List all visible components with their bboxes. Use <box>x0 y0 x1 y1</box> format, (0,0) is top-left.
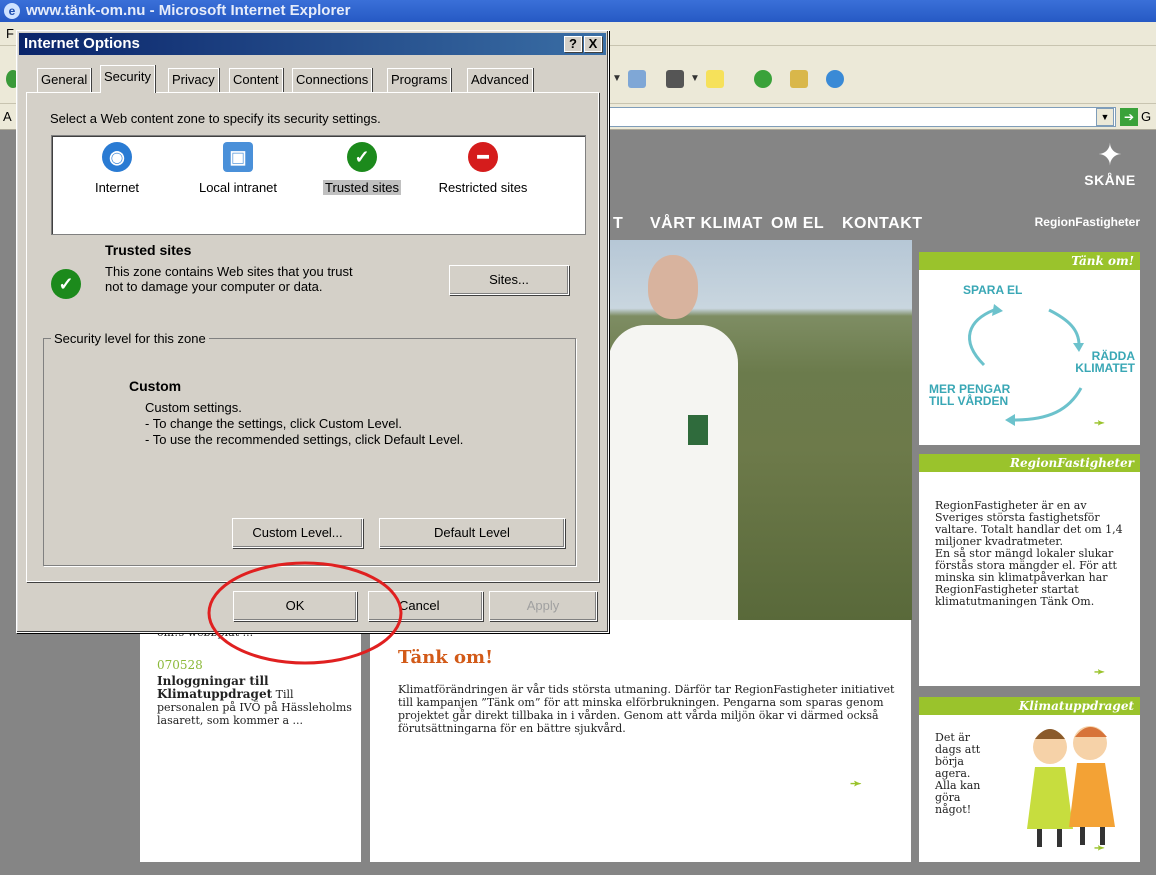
person-illustration <box>608 255 738 620</box>
main-title: Tänk om! <box>398 647 493 668</box>
zone-internet[interactable]: ◉ Internet <box>82 142 152 195</box>
apply-button[interactable]: Apply <box>489 591 597 621</box>
tab-programs[interactable]: Programs <box>387 68 452 92</box>
nav-item-vart-klimat[interactable]: VÅRT KLIMAT <box>650 215 763 233</box>
zone-label: Internet <box>94 180 140 195</box>
hero-image <box>578 240 912 620</box>
users-icon[interactable] <box>826 70 844 88</box>
cycle-label-radda-klimatet: RÄDDA KLIMATET <box>1075 349 1135 375</box>
menu-fragment[interactable]: F <box>6 26 14 41</box>
read-more-arrow-icon[interactable]: ➛ <box>1094 415 1105 431</box>
read-more-arrow-icon[interactable]: ➛ <box>1094 664 1105 680</box>
address-input[interactable] <box>596 107 1116 127</box>
checkmark-icon: ✓ <box>51 269 81 299</box>
dropdown-arrow-icon[interactable]: ▼ <box>690 70 700 88</box>
side-card-text: RegionFastigheter är en av Sveriges stör… <box>935 499 1123 608</box>
side-card-heading: RegionFastigheter <box>919 454 1140 472</box>
security-level-description: Custom settings. - To change the setting… <box>145 400 463 448</box>
site-brand[interactable]: RegionFastigheter <box>1000 215 1140 229</box>
close-button[interactable]: X <box>584 36 602 52</box>
side-card-heading: Klimatuppdraget <box>919 697 1140 715</box>
level-desc-line: - To use the recommended settings, click… <box>145 432 464 447</box>
no-entry-icon: ━ <box>468 142 498 172</box>
zone-label: Local intranet <box>198 180 278 195</box>
annotation-highlight-circle <box>207 561 403 665</box>
nav-item-partial[interactable]: T <box>613 215 623 233</box>
logo-text: SKÅNE <box>1084 172 1136 188</box>
zone-list: ◉ Internet ▣ Local intranet ✓ Trusted si… <box>51 135 586 235</box>
nav-item-kontakt[interactable]: KONTAKT <box>842 215 923 233</box>
custom-level-button[interactable]: Custom Level... <box>232 518 363 548</box>
tab-privacy[interactable]: Privacy <box>168 68 219 92</box>
region-logo-icon: ✦ <box>1097 139 1123 172</box>
address-label: A <box>3 109 12 124</box>
news-date: 070528 <box>157 658 203 672</box>
side-card-text: Det är dags att börja agera. Alla kan gö… <box>935 731 981 816</box>
sites-button[interactable]: Sites... <box>449 265 569 295</box>
news-title[interactable]: Inloggningar till Klimatuppdraget <box>157 674 272 701</box>
research-icon[interactable] <box>790 70 808 88</box>
zone-label: Trusted sites <box>323 180 401 195</box>
zone-trusted-sites[interactable]: ✓ Trusted sites <box>314 142 410 195</box>
side-card-heading: Tänk om! <box>919 252 1140 270</box>
help-button[interactable]: ? <box>564 36 582 52</box>
tab-connections[interactable]: Connections <box>292 68 373 92</box>
zone-restricted-sites[interactable]: ━ Restricted sites <box>428 142 538 195</box>
level-desc-line: Custom settings. <box>145 400 242 415</box>
edit-icon[interactable] <box>666 70 684 88</box>
dropdown-arrow-icon[interactable]: ▼ <box>612 70 622 88</box>
dialog-title-bar[interactable]: Internet Options ? X <box>19 33 606 55</box>
print-icon[interactable] <box>628 70 646 88</box>
security-level-name: Custom <box>129 378 182 394</box>
tab-content[interactable]: Content <box>229 68 283 92</box>
browser-title: www.tänk-om.nu - Microsoft Internet Expl… <box>26 2 351 19</box>
globe-icon: ◉ <box>102 142 132 172</box>
read-more-arrow-icon[interactable]: ➛ <box>850 775 862 792</box>
dialog-title: Internet Options <box>24 35 140 52</box>
computer-icon: ▣ <box>223 142 253 172</box>
tab-general[interactable]: General <box>37 68 92 92</box>
notes-icon[interactable] <box>706 70 724 88</box>
checkmark-icon: ✓ <box>347 142 377 172</box>
news-item[interactable]: Inloggningar till Klimatuppdraget Till p… <box>157 674 357 728</box>
cycle-label-spara-el: SPARA EL <box>963 283 1023 297</box>
default-level-button[interactable]: Default Level <box>379 518 565 548</box>
tab-security[interactable]: Security <box>100 65 155 93</box>
zone-prompt: Select a Web content zone to specify its… <box>50 111 381 126</box>
side-card-tank-om[interactable]: Tänk om! SPARA EL RÄDDA KLIMATET MER PEN… <box>919 252 1140 445</box>
security-level-label: Security level for this zone <box>51 331 209 346</box>
messenger-icon[interactable] <box>754 70 772 88</box>
cycle-label-mer-pengar: MER PENGAR TILL VÅRDEN <box>929 382 1011 408</box>
ie-logo-icon: e <box>4 3 20 19</box>
selected-zone-name: Trusted sites <box>105 242 192 258</box>
read-more-arrow-icon[interactable]: ➛ <box>1094 840 1105 856</box>
zone-local-intranet[interactable]: ▣ Local intranet <box>188 142 288 195</box>
browser-title-bar: e www.tänk-om.nu - Microsoft Internet Ex… <box>0 0 1156 22</box>
go-icon[interactable]: ➔ <box>1120 108 1138 126</box>
tab-advanced[interactable]: Advanced <box>467 68 533 92</box>
level-desc-line: - To change the settings, click Custom L… <box>145 416 402 431</box>
kids-illustration <box>1027 726 1115 847</box>
go-label[interactable]: G <box>1141 109 1151 124</box>
zone-label: Restricted sites <box>438 180 528 195</box>
nav-item-om-el[interactable]: OM EL <box>771 215 824 233</box>
site-logo[interactable]: ✦ SKÅNE <box>1080 140 1140 200</box>
address-dropdown-icon[interactable]: ▼ <box>1096 108 1114 126</box>
selected-zone-description: This zone contains Web sites that you tr… <box>105 264 353 294</box>
main-text: Klimatförändringen är vår tids största u… <box>398 683 895 735</box>
internet-options-dialog: Internet Options ? X General Security Pr… <box>16 30 609 633</box>
